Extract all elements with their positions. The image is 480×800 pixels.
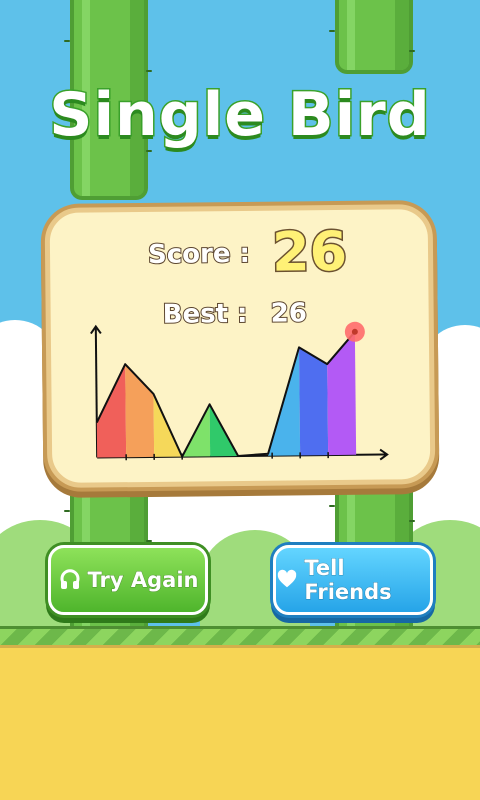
- try-again-button[interactable]: Try Again: [48, 545, 208, 615]
- chart-band: [125, 364, 155, 458]
- heart-icon: [276, 568, 298, 592]
- restart-icon: [58, 568, 82, 592]
- score-label: Score :: [147, 238, 251, 271]
- tell-friends-button[interactable]: Tell Friends: [273, 545, 433, 615]
- game-scene: Single Bird Score : 26 Best : 26 Try Aga…: [0, 0, 480, 800]
- score-panel: Score : 26 Best : 26: [44, 203, 436, 489]
- chart-bands: [96, 331, 357, 458]
- try-again-label: Try Again: [87, 568, 199, 593]
- pipe-top-right: [335, 0, 413, 74]
- ground: [0, 648, 480, 800]
- tell-friends-label: Tell Friends: [304, 556, 392, 605]
- game-title: Single Bird: [48, 79, 431, 152]
- ground-stripe: [0, 626, 480, 648]
- y-axis: [94, 326, 99, 458]
- chart-band: [96, 364, 127, 458]
- score-history-chart: [90, 321, 389, 461]
- chart-band: [299, 347, 329, 456]
- chart-band: [327, 331, 357, 456]
- score-value: 26: [270, 218, 349, 285]
